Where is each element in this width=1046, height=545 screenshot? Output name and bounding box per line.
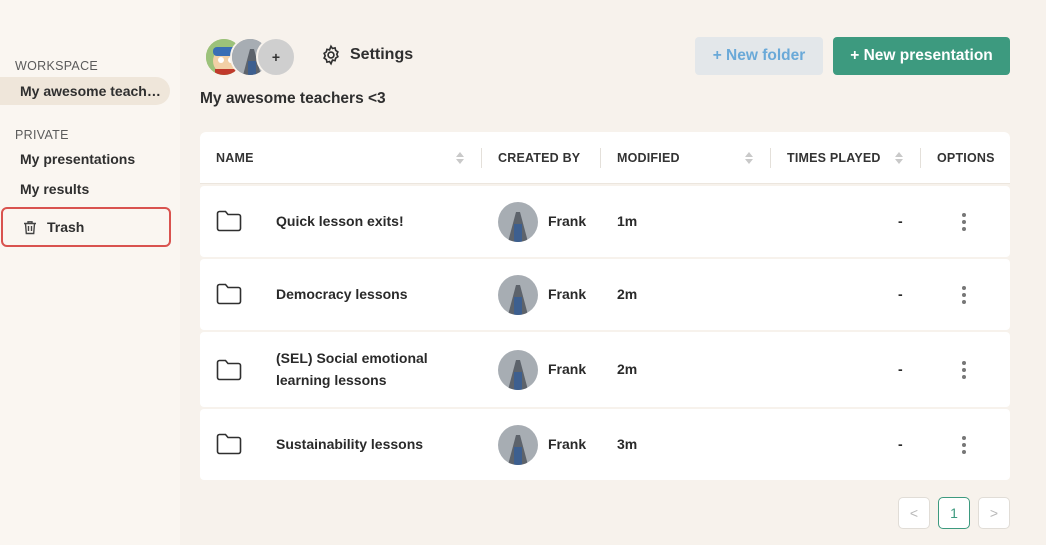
row-modified: 2m	[617, 361, 638, 377]
avatar	[498, 275, 538, 315]
member-avatars[interactable]: +	[204, 37, 296, 77]
sidebar: WORKSPACE My awesome teache... PRIVATE M…	[0, 0, 180, 545]
page-title: My awesome teachers <3	[200, 90, 386, 107]
row-created-by: Frank	[548, 286, 587, 302]
sidebar-item-label: My presentations	[20, 151, 136, 167]
folder-icon	[216, 433, 242, 455]
row-created-by: Frank	[548, 361, 587, 377]
settings-label: Settings	[350, 46, 414, 63]
new-presentation-button[interactable]: + New presentation	[833, 37, 1010, 75]
more-options-icon[interactable]	[960, 436, 968, 454]
sort-icon[interactable]	[456, 152, 464, 164]
table-row[interactable]: Quick lesson exits! Frank 1m -	[200, 186, 1010, 257]
avatar	[498, 202, 538, 242]
row-modified: 2m	[617, 286, 638, 302]
sort-icon[interactable]	[745, 152, 753, 164]
row-times-played: -	[898, 436, 903, 452]
more-options-icon[interactable]	[960, 361, 968, 379]
row-times-played: -	[898, 361, 903, 377]
row-modified: 1m	[617, 213, 638, 229]
sidebar-item-workspace[interactable]: My awesome teache...	[0, 77, 170, 105]
pagination-page-1[interactable]: 1	[938, 497, 970, 529]
column-header-times-played[interactable]: TIMES PLAYED	[787, 132, 881, 184]
column-header-options: OPTIONS	[937, 151, 995, 165]
sort-icon[interactable]	[895, 152, 903, 164]
row-created-by: Frank	[548, 213, 587, 229]
sidebar-item-label: My awesome teache...	[20, 83, 167, 99]
sidebar-item-trash[interactable]: Trash	[1, 207, 171, 247]
table-row[interactable]: (SEL) Social emotional learning lessons …	[200, 332, 1010, 407]
avatar	[498, 425, 538, 465]
folder-icon	[216, 359, 242, 381]
settings-button[interactable]: Settings	[320, 44, 413, 66]
column-divider	[920, 148, 921, 168]
column-divider	[481, 148, 482, 168]
trash-icon	[23, 220, 37, 235]
more-options-icon[interactable]	[960, 286, 968, 304]
sidebar-item-label: My results	[20, 181, 90, 197]
sidebar-item-my-presentations[interactable]: My presentations	[0, 145, 170, 173]
pagination-next-button[interactable]: >	[978, 497, 1010, 529]
column-header-modified[interactable]: MODIFIED	[617, 132, 680, 184]
main-content: + Settings + New folder + New presentati…	[180, 0, 1046, 545]
gear-icon	[320, 44, 342, 66]
workspace-heading: WORKSPACE	[15, 59, 99, 73]
row-name[interactable]: Democracy lessons	[276, 283, 446, 305]
column-divider	[770, 148, 771, 168]
row-name[interactable]: Sustainability lessons	[276, 433, 446, 455]
table-row[interactable]: Democracy lessons Frank 2m -	[200, 259, 1010, 330]
row-times-played: -	[898, 286, 903, 302]
column-header-created-by: CREATED BY	[498, 151, 581, 165]
new-folder-button[interactable]: + New folder	[695, 37, 823, 75]
folder-icon	[216, 210, 242, 232]
folder-icon	[216, 283, 242, 305]
column-header-name[interactable]: NAME	[216, 132, 254, 184]
avatar	[498, 350, 538, 390]
row-name[interactable]: (SEL) Social emotional learning lessons	[276, 347, 446, 391]
table-row[interactable]: Sustainability lessons Frank 3m -	[200, 409, 1010, 480]
more-options-icon[interactable]	[960, 213, 968, 231]
add-member-button[interactable]: +	[256, 37, 296, 77]
row-modified: 3m	[617, 436, 638, 452]
sidebar-item-label: Trash	[47, 219, 85, 235]
row-created-by: Frank	[548, 436, 587, 452]
private-heading: PRIVATE	[15, 128, 69, 142]
column-divider	[600, 148, 601, 168]
row-times-played: -	[898, 213, 903, 229]
sidebar-item-my-results[interactable]: My results	[0, 175, 170, 203]
row-name[interactable]: Quick lesson exits!	[276, 210, 446, 232]
pagination-prev-button[interactable]: <	[898, 497, 930, 529]
table-header: NAME CREATED BY MODIFIED TIMES PLAYED OP…	[200, 132, 1010, 184]
